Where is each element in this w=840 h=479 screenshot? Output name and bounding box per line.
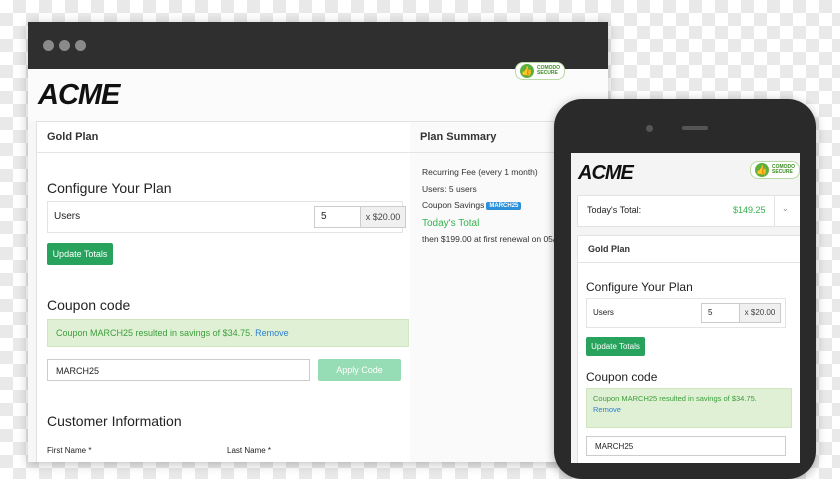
users-summary: Users: 5 users [422, 184, 477, 194]
apply-code-button[interactable]: Apply Code [318, 359, 401, 381]
coupon-heading: Coupon code [47, 297, 131, 313]
coupon-remove-link[interactable]: Remove [255, 328, 289, 338]
renewal-note: then $199.00 at first renewal on 05/ [422, 234, 556, 244]
plan-config-panel: Gold Plan Configure Your Plan Users 5 x … [577, 235, 800, 463]
todays-total-label: Today's Total: [587, 205, 642, 215]
phone-screen: ACME 👍 COMODO SECURE Today's Total: $149… [571, 153, 800, 463]
coupon-message: Coupon MARCH25 resulted in savings of $3… [56, 328, 253, 338]
phone-device: ACME 👍 COMODO SECURE Today's Total: $149… [554, 99, 816, 479]
comodo-secure-badge: 👍 COMODO SECURE [515, 62, 566, 80]
coupon-badge: MARCH25 [486, 201, 522, 210]
users-label: Users [54, 211, 81, 222]
recurring-fee: Recurring Fee (every 1 month) [422, 167, 538, 177]
users-price-addon: x $20.00 [360, 206, 406, 228]
users-quantity-input[interactable]: 5 [314, 206, 366, 228]
coupon-heading: Coupon code [586, 370, 658, 384]
speaker-grille [682, 126, 708, 130]
update-totals-button[interactable]: Update Totals [586, 337, 645, 356]
chevron-down-icon[interactable]: ⌄ [782, 204, 789, 213]
thumbs-up-icon: 👍 [520, 64, 534, 78]
plan-title: Gold Plan [37, 122, 411, 153]
users-label: Users [593, 308, 614, 317]
acme-logo: ACME [578, 162, 634, 184]
badge-text: SECURE [772, 169, 793, 175]
users-price-addon: x $20.00 [739, 303, 781, 323]
coupon-success-alert: Coupon MARCH25 resulted in savings of $3… [47, 319, 409, 347]
configure-heading: Configure Your Plan [47, 180, 172, 196]
customer-info-heading: Customer Information [47, 413, 182, 429]
camera-icon [646, 125, 653, 132]
todays-total-bar[interactable]: Today's Total: $149.25 ⌄ [577, 195, 800, 227]
plan-config-panel: Gold Plan Configure Your Plan Users 5 x … [36, 121, 412, 462]
coupon-code-input[interactable]: MARCH25 [47, 359, 310, 381]
todays-total-label: Today's Total [422, 218, 480, 229]
badge-text: SECURE [537, 70, 558, 76]
coupon-success-alert: Coupon MARCH25 resulted in savings of $3… [586, 388, 792, 428]
window-dot-icon[interactable] [59, 40, 70, 51]
acme-logo: ACME [38, 79, 120, 111]
users-row: Users 5 x $20.00 [586, 298, 786, 328]
coupon-remove-link[interactable]: Remove [593, 405, 621, 414]
divider [774, 196, 775, 226]
browser-window: ACME Gold Plan Configure Your Plan Users… [28, 22, 608, 462]
todays-total-value: $149.25 [733, 205, 766, 215]
coupon-message: Coupon MARCH25 resulted in savings of $3… [593, 394, 757, 403]
users-quantity-input[interactable]: 5 [701, 303, 741, 323]
coupon-savings-row: Coupon Savings MARCH25 [422, 200, 522, 210]
plan-title: Gold Plan [578, 236, 800, 263]
window-dot-icon[interactable] [43, 40, 54, 51]
update-totals-button[interactable]: Update Totals [47, 243, 113, 265]
window-dot-icon[interactable] [75, 40, 86, 51]
coupon-savings-label: Coupon Savings [422, 200, 485, 210]
comodo-secure-badge: 👍 COMODO SECURE [750, 161, 800, 179]
coupon-code-input[interactable]: MARCH25 [586, 436, 786, 456]
configure-heading: Configure Your Plan [586, 280, 693, 294]
users-row: Users 5 x $20.00 [47, 201, 406, 233]
thumbs-up-icon: 👍 [755, 163, 769, 177]
